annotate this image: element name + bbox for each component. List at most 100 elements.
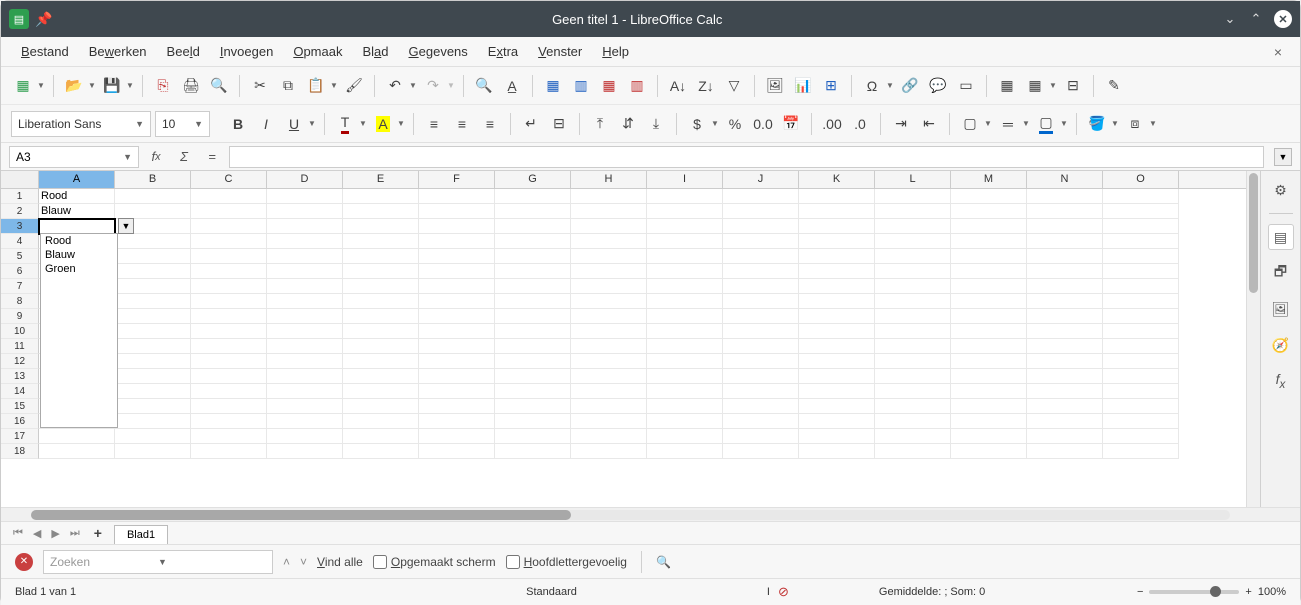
cell-I1[interactable] (647, 189, 723, 204)
zoom-slider[interactable] (1149, 590, 1239, 594)
cell-G17[interactable] (495, 429, 571, 444)
underline-dropdown[interactable]: ▼ (308, 119, 316, 128)
sidebar-properties-icon[interactable]: ▤ (1268, 224, 1294, 250)
cell-L18[interactable] (875, 444, 951, 459)
cell-K3[interactable] (799, 219, 875, 234)
cell-H18[interactable] (571, 444, 647, 459)
chart-icon[interactable]: 📊 (791, 74, 815, 98)
cell-J11[interactable] (723, 339, 799, 354)
cell-H11[interactable] (571, 339, 647, 354)
menubar-close-icon[interactable]: × (1268, 44, 1288, 60)
cell-B14[interactable] (115, 384, 191, 399)
sidebar-gallery-icon[interactable]: 🖼 (1268, 296, 1294, 322)
cell-B13[interactable] (115, 369, 191, 384)
cell-D8[interactable] (267, 294, 343, 309)
cell-N5[interactable] (1027, 249, 1103, 264)
cell-F8[interactable] (419, 294, 495, 309)
cell-L5[interactable] (875, 249, 951, 264)
cell-C8[interactable] (191, 294, 267, 309)
cell-C9[interactable] (191, 309, 267, 324)
menu-extra[interactable]: Extra (480, 40, 526, 63)
cell-F18[interactable] (419, 444, 495, 459)
row-header-17[interactable]: 17 (1, 429, 39, 444)
cell-C17[interactable] (191, 429, 267, 444)
cell-O8[interactable] (1103, 294, 1179, 309)
cell-H9[interactable] (571, 309, 647, 324)
cell-E17[interactable] (343, 429, 419, 444)
sheet-nav-last[interactable]: ⏭ (68, 527, 82, 540)
cell-I13[interactable] (647, 369, 723, 384)
conditional-format-icon[interactable]: ⧈ (1123, 112, 1147, 136)
menu-help[interactable]: Help (594, 40, 637, 63)
find-icon[interactable]: 🔍 (472, 74, 496, 98)
cell-G13[interactable] (495, 369, 571, 384)
menu-venster[interactable]: Venster (530, 40, 590, 63)
add-decimal-icon[interactable]: .00 (820, 112, 844, 136)
number-icon[interactable]: 0.0 (751, 112, 775, 136)
row-header-14[interactable]: 14 (1, 384, 39, 399)
cell-F1[interactable] (419, 189, 495, 204)
cell-O1[interactable] (1103, 189, 1179, 204)
cell-J14[interactable] (723, 384, 799, 399)
cell-O3[interactable] (1103, 219, 1179, 234)
border-style-dropdown[interactable]: ▼ (1022, 119, 1030, 128)
row-header-3[interactable]: 3 (1, 219, 39, 234)
cell-D5[interactable] (267, 249, 343, 264)
cell-F11[interactable] (419, 339, 495, 354)
vertical-scrollbar[interactable] (1246, 171, 1260, 507)
cell-K2[interactable] (799, 204, 875, 219)
cell-D15[interactable] (267, 399, 343, 414)
cell-O10[interactable] (1103, 324, 1179, 339)
cell-B10[interactable] (115, 324, 191, 339)
sidebar-styles-icon[interactable]: 🗗 (1268, 260, 1294, 286)
cell-O5[interactable] (1103, 249, 1179, 264)
cell-N11[interactable] (1027, 339, 1103, 354)
zoom-level[interactable]: 100% (1258, 586, 1286, 598)
cell-O13[interactable] (1103, 369, 1179, 384)
menu-invoegen[interactable]: Invoegen (212, 40, 282, 63)
cell-B17[interactable] (115, 429, 191, 444)
cell-F3[interactable] (419, 219, 495, 234)
cell-F13[interactable] (419, 369, 495, 384)
header-footer-icon[interactable]: ▭ (954, 74, 978, 98)
cell-J5[interactable] (723, 249, 799, 264)
cell-D1[interactable] (267, 189, 343, 204)
freeze-icon[interactable]: ▦ (1023, 74, 1047, 98)
row-header-6[interactable]: 6 (1, 264, 39, 279)
cell-I11[interactable] (647, 339, 723, 354)
cell-K8[interactable] (799, 294, 875, 309)
border-color-dropdown[interactable]: ▼ (1060, 119, 1068, 128)
row-header-7[interactable]: 7 (1, 279, 39, 294)
column-icon[interactable]: ▥ (569, 74, 593, 98)
open-icon[interactable]: 📂 (62, 74, 86, 98)
spellcheck-icon[interactable]: A̲ (500, 74, 524, 98)
new-doc-icon[interactable]: ▦ (11, 74, 35, 98)
cell-I2[interactable] (647, 204, 723, 219)
col-header-C[interactable]: C (191, 171, 267, 188)
sheet-nav-first[interactable]: ⏮ (11, 527, 25, 540)
delete-column-icon[interactable]: ▥ (625, 74, 649, 98)
status-insert-mode-icon[interactable]: I (767, 586, 770, 598)
cell-M6[interactable] (951, 264, 1027, 279)
cell-B11[interactable] (115, 339, 191, 354)
col-header-D[interactable]: D (267, 171, 343, 188)
clone-format-icon[interactable]: 🖌 (342, 74, 366, 98)
equals-icon[interactable]: = (201, 146, 223, 168)
cell-O9[interactable] (1103, 309, 1179, 324)
cell-D18[interactable] (267, 444, 343, 459)
cell-K12[interactable] (799, 354, 875, 369)
cell-L3[interactable] (875, 219, 951, 234)
cell-K6[interactable] (799, 264, 875, 279)
sheet-nav-next[interactable]: ▶ (49, 527, 61, 540)
border-color-icon[interactable]: ▢ (1034, 112, 1058, 136)
cell-E2[interactable] (343, 204, 419, 219)
find-options-icon[interactable]: 🔍 (656, 555, 671, 569)
italic-icon[interactable]: I (254, 112, 278, 136)
percent-icon[interactable]: % (723, 112, 747, 136)
cell-K9[interactable] (799, 309, 875, 324)
cell-I10[interactable] (647, 324, 723, 339)
cell-O16[interactable] (1103, 414, 1179, 429)
cell-G4[interactable] (495, 234, 571, 249)
cell-N15[interactable] (1027, 399, 1103, 414)
cell-N17[interactable] (1027, 429, 1103, 444)
